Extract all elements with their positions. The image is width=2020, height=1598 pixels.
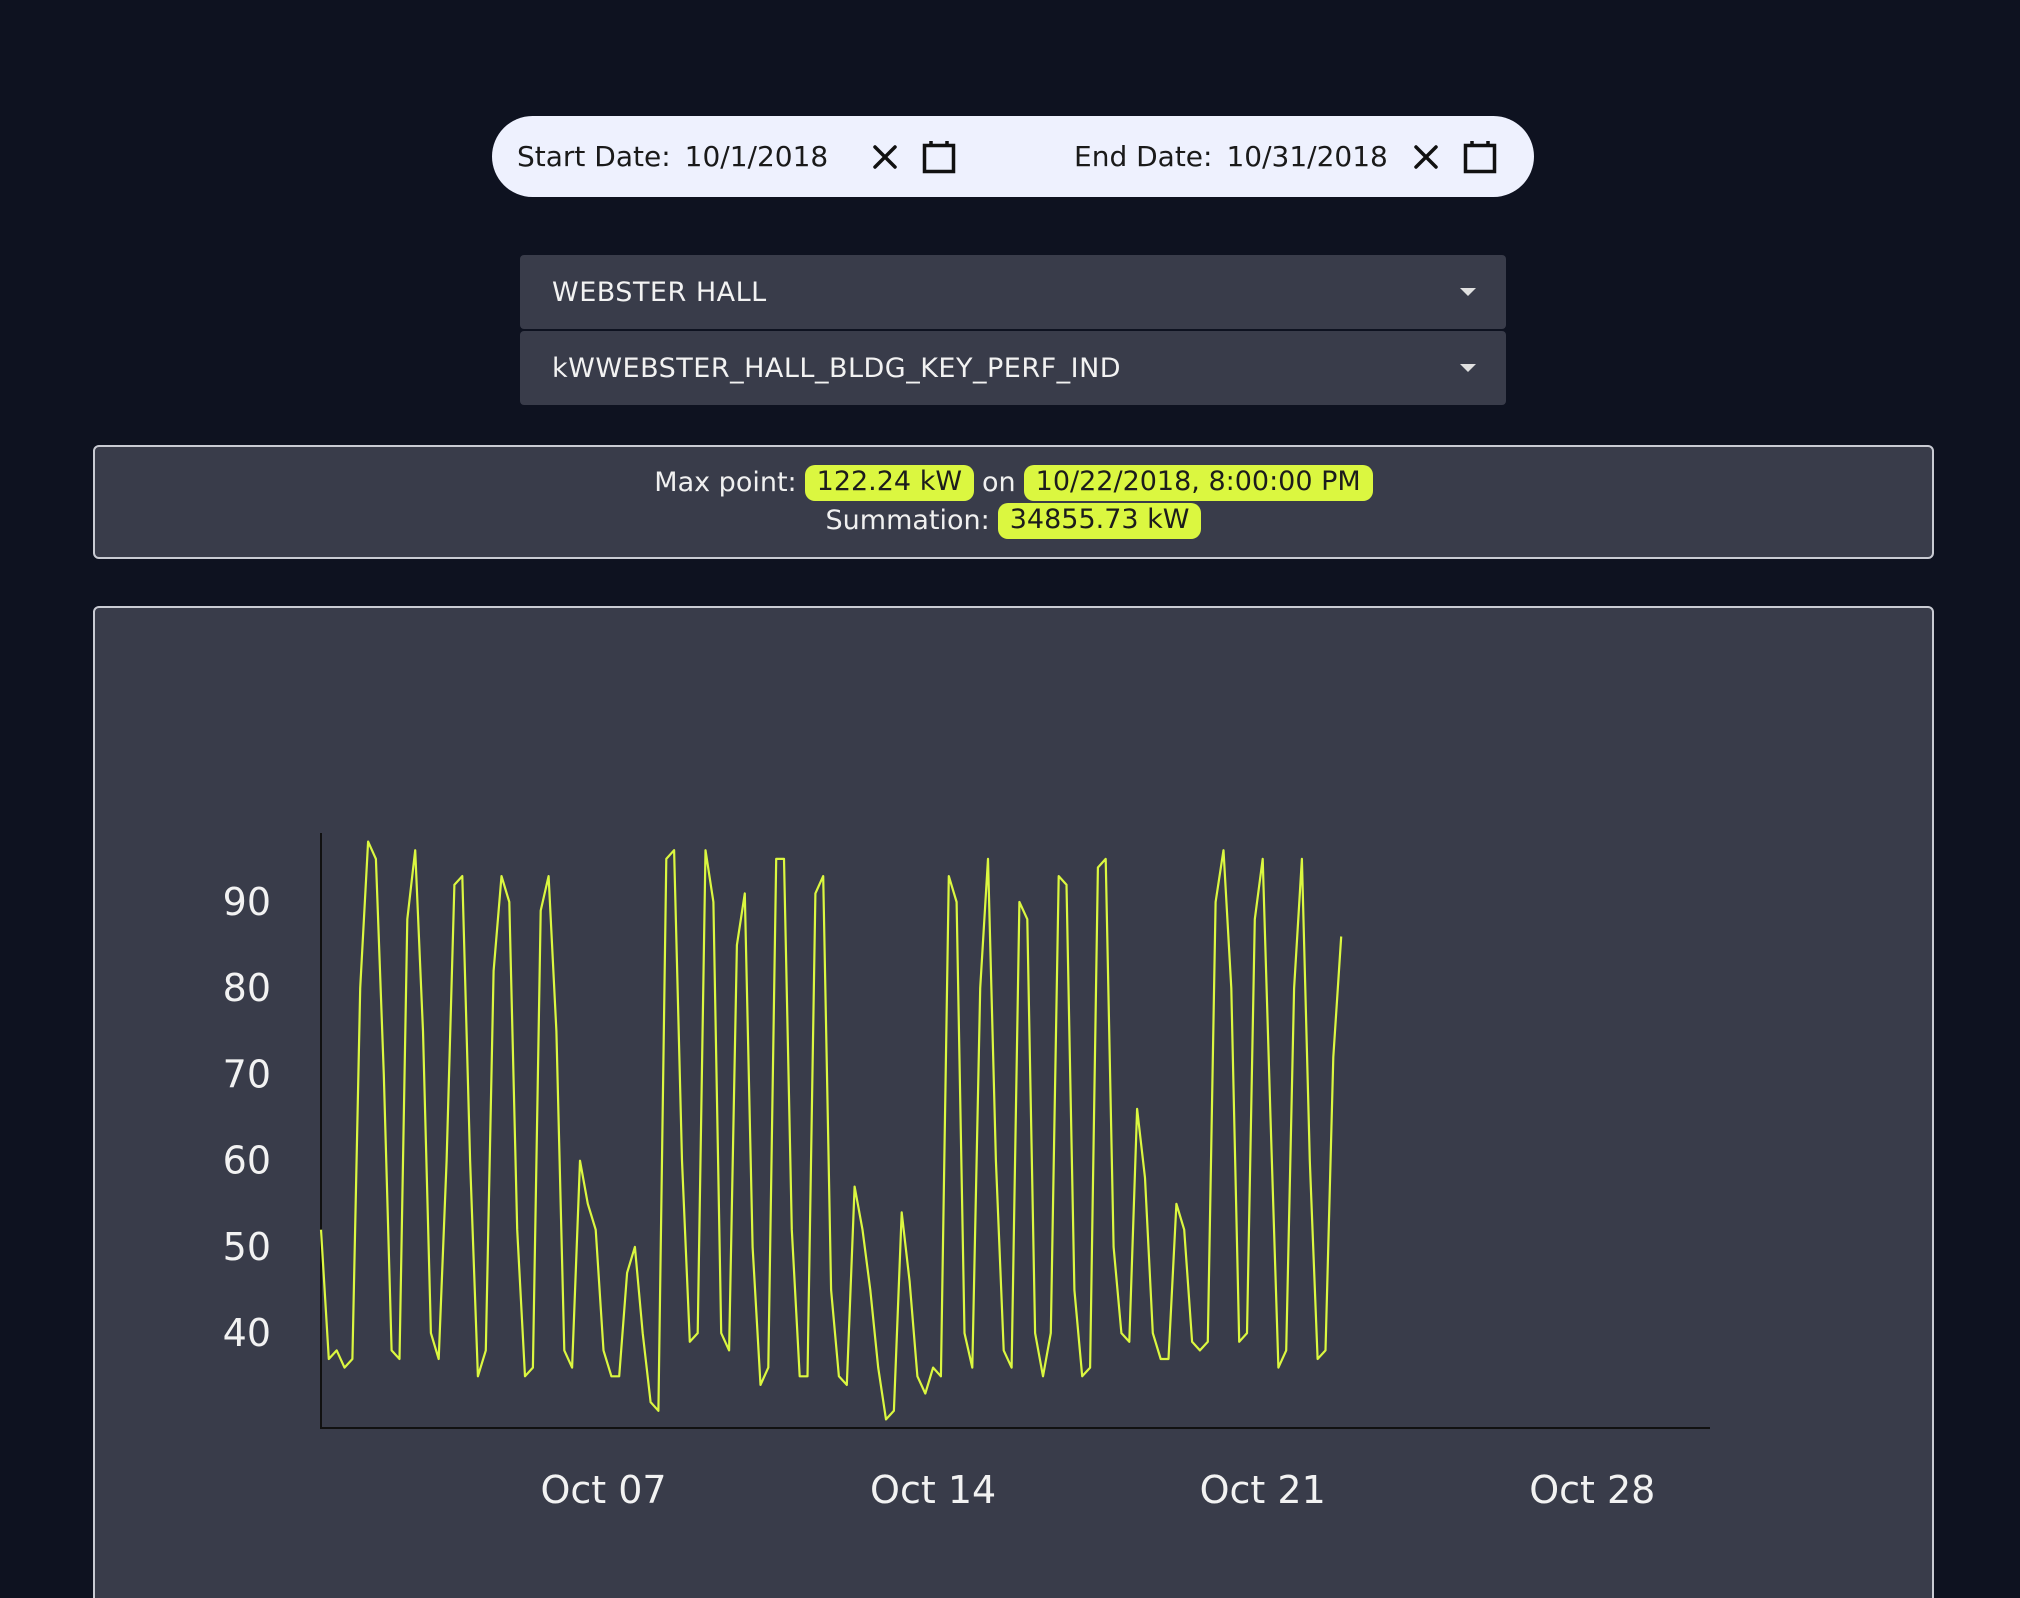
end-date-input[interactable]: 10/31/2018 bbox=[1226, 140, 1396, 173]
calendar-icon bbox=[922, 140, 955, 173]
x-tick-label: Oct 14 bbox=[870, 1468, 996, 1512]
y-tick-label: 90 bbox=[223, 880, 271, 924]
series-line bbox=[319, 840, 1343, 1421]
line-chart: 40 50 60 70 80 90 Oct 07 Oct 14 Oct 21 Oct 28 bbox=[223, 833, 1710, 1512]
max-point-row: Max point: 122.24 kW on 10/22/2018, 8:00… bbox=[654, 464, 1373, 502]
clear-start-date-button[interactable] bbox=[861, 133, 909, 181]
max-point-label: Max point: bbox=[654, 467, 797, 498]
close-icon bbox=[1414, 144, 1439, 169]
start-date-label: Start Date: bbox=[517, 140, 671, 173]
date-range-picker: Start Date: 10/1/2018 End Date: 10/31/20… bbox=[492, 116, 1534, 197]
page: Start Date: 10/1/2018 End Date: 10/31/20… bbox=[0, 0, 2020, 1598]
max-point-date: 10/22/2018, 8:00:00 PM bbox=[1023, 465, 1373, 501]
point-select[interactable]: kWWEBSTER_HALL_BLDG_KEY_PERF_IND bbox=[520, 331, 1506, 405]
summary-card: Max point: 122.24 kW on 10/22/2018, 8:00… bbox=[93, 445, 1934, 559]
x-tick-label: Oct 21 bbox=[1200, 1468, 1326, 1512]
x-tick-label: Oct 07 bbox=[540, 1468, 666, 1512]
building-select[interactable]: WEBSTER HALL bbox=[520, 255, 1506, 329]
start-date-group: Start Date: 10/1/2018 bbox=[517, 116, 963, 197]
y-tick-label: 70 bbox=[223, 1052, 271, 1096]
start-date-calendar-button[interactable] bbox=[915, 133, 963, 181]
chevron-down-icon bbox=[1460, 288, 1476, 296]
close-icon bbox=[872, 144, 897, 169]
clear-end-date-button[interactable] bbox=[1402, 133, 1450, 181]
y-tick-label: 50 bbox=[223, 1225, 271, 1269]
y-tick-label: 80 bbox=[223, 966, 271, 1010]
x-tick-label: Oct 28 bbox=[1529, 1468, 1655, 1512]
y-tick-label: 60 bbox=[223, 1139, 271, 1183]
summation-value: 34855.73 kW bbox=[997, 503, 1202, 539]
max-point-value: 122.24 kW bbox=[804, 465, 975, 501]
end-date-label: End Date: bbox=[1074, 140, 1213, 173]
end-date-group: End Date: 10/31/2018 bbox=[1074, 116, 1504, 197]
start-date-input[interactable]: 10/1/2018 bbox=[685, 140, 855, 173]
summation-row: Summation: 34855.73 kW bbox=[826, 502, 1202, 540]
calendar-icon bbox=[1464, 140, 1497, 173]
building-select-value: WEBSTER HALL bbox=[552, 276, 767, 308]
summation-label: Summation: bbox=[825, 505, 990, 536]
chart-card: 40 50 60 70 80 90 Oct 07 Oct 14 Oct 21 Oct 28 bbox=[93, 606, 1934, 1598]
end-date-calendar-button[interactable] bbox=[1456, 133, 1504, 181]
on-label: on bbox=[982, 467, 1016, 498]
y-tick-label: 40 bbox=[223, 1311, 271, 1355]
chevron-down-icon bbox=[1460, 364, 1476, 372]
point-select-value: kWWEBSTER_HALL_BLDG_KEY_PERF_IND bbox=[552, 352, 1122, 384]
